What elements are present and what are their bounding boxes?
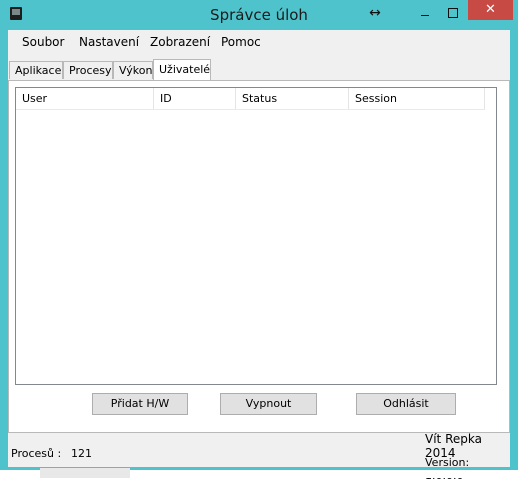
window-title: Správce úloh — [210, 6, 308, 24]
menu-nastaveni[interactable]: Nastavení — [79, 35, 139, 49]
maximize-icon — [448, 8, 458, 18]
processes-count: 121 — [71, 447, 92, 460]
tab-vykon[interactable]: Výkon — [113, 61, 153, 79]
tab-aplikace[interactable]: Aplikace — [9, 61, 63, 79]
tab-strip: Aplikace Procesy Výkon Uživatelé — [8, 59, 510, 81]
tab-uzivatele[interactable]: Uživatelé — [153, 59, 211, 80]
menu-soubor[interactable]: Soubor — [22, 35, 64, 49]
users-list[interactable]: User ID Status Session — [15, 87, 497, 385]
version-label: Version: 1.0.0.0 — [425, 456, 470, 482]
column-header-user[interactable]: User — [16, 88, 154, 110]
minimize-icon — [421, 15, 429, 16]
close-button[interactable]: ✕ — [468, 0, 513, 20]
add-hw-button[interactable]: Přidat H/W — [92, 393, 188, 415]
processes-label: Procesů : — [11, 447, 62, 460]
menu-pomoc[interactable]: Pomoc — [221, 35, 261, 49]
menu-zobrazeni[interactable]: Zobrazení — [150, 35, 210, 49]
client-area: Soubor Nastavení Zobrazení Pomoc Aplikac… — [8, 30, 510, 482]
column-header-session[interactable]: Session — [349, 88, 485, 110]
menu-bar: Soubor Nastavení Zobrazení Pomoc — [8, 30, 510, 54]
column-header-id[interactable]: ID — [154, 88, 236, 110]
task-manager-window: Správce úloh ↔ ✕ Soubor Nastavení Zobraz… — [0, 0, 518, 482]
users-tab-panel: User ID Status Session Přidat H/W Vypnou… — [8, 80, 510, 433]
minimize-button[interactable] — [416, 3, 434, 23]
column-header-status[interactable]: Status — [236, 88, 349, 110]
background-fragment — [40, 468, 130, 478]
shutdown-button[interactable]: Vypnout — [220, 393, 317, 415]
background-strip — [0, 468, 518, 478]
maximize-button[interactable] — [444, 3, 462, 23]
title-bar[interactable]: Správce úloh ↔ ✕ — [0, 0, 518, 30]
tab-procesy[interactable]: Procesy — [63, 61, 113, 79]
resize-icon[interactable]: ↔ — [366, 3, 384, 23]
logout-button[interactable]: Odhlásit — [356, 393, 456, 415]
